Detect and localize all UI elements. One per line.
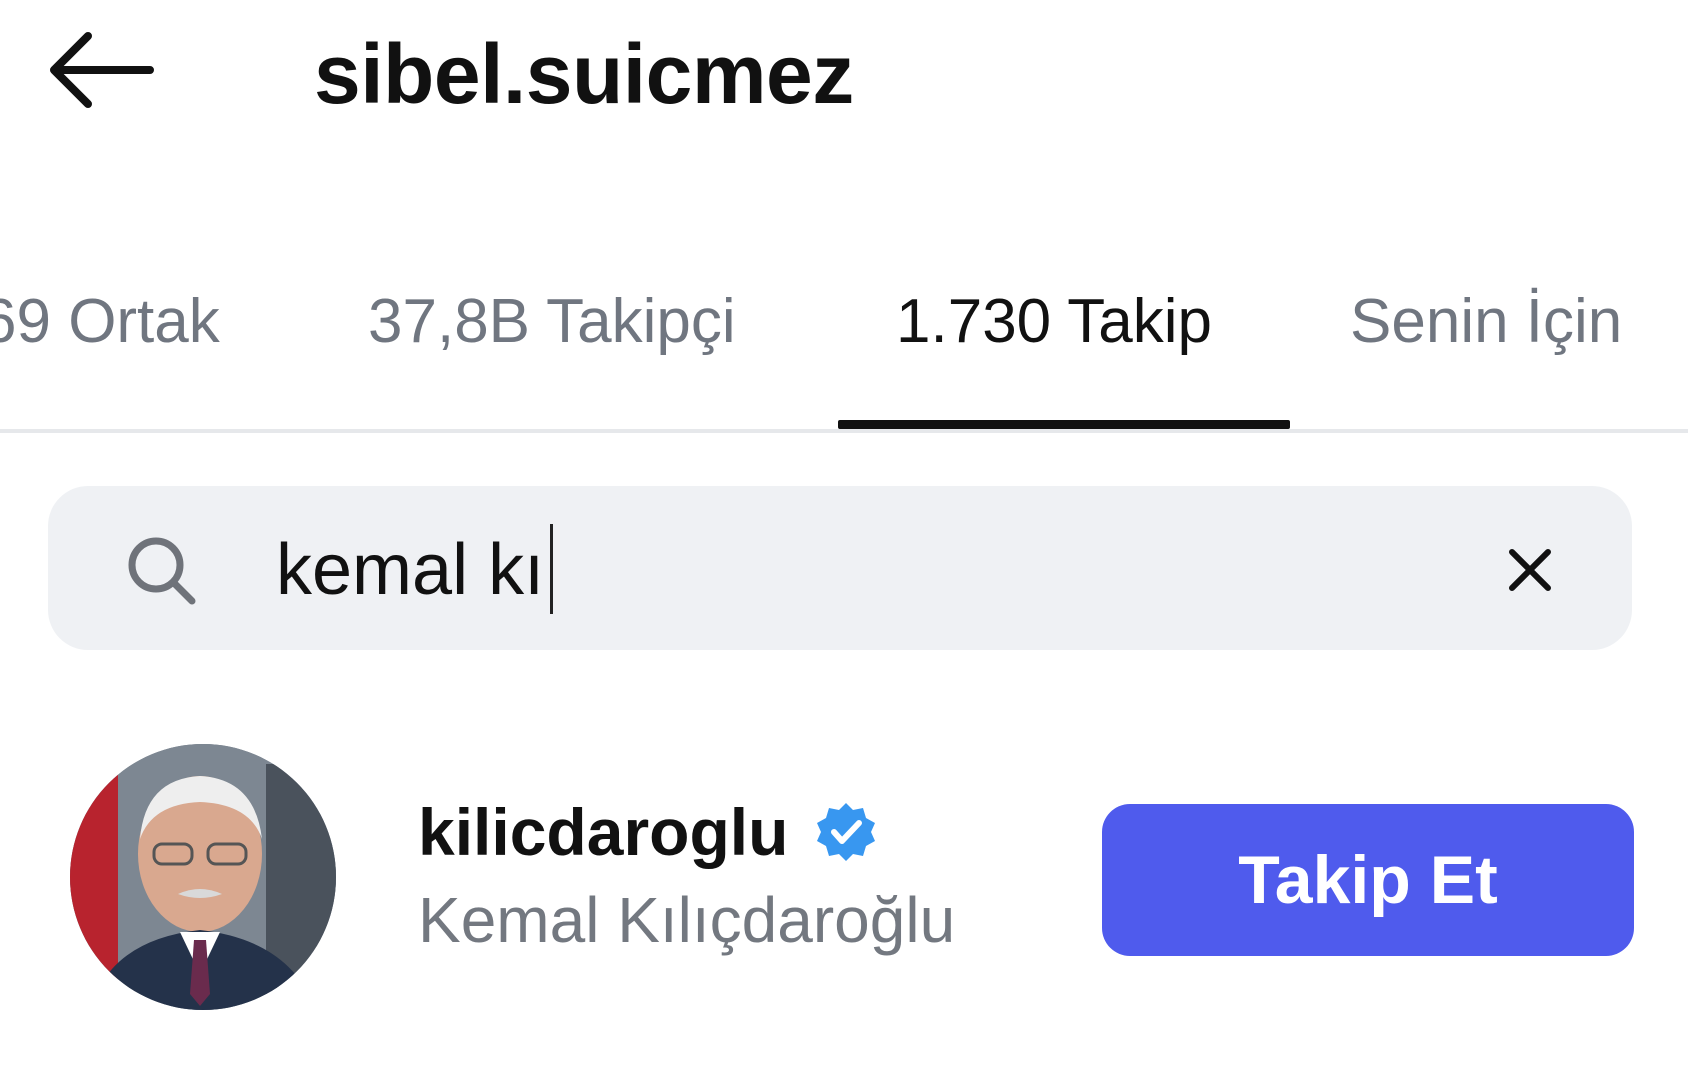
active-tab-indicator — [838, 420, 1290, 429]
search-input[interactable] — [276, 520, 1476, 620]
header: sibel.suicmez — [0, 0, 1688, 160]
verified-badge-icon — [815, 801, 877, 863]
close-icon — [1509, 549, 1551, 591]
avatar[interactable] — [70, 744, 336, 1010]
full-name: Kemal Kılıçdaroğlu — [418, 884, 956, 956]
follow-button[interactable]: Takip Et — [1102, 804, 1634, 956]
username[interactable]: kilicdaroglu — [418, 795, 788, 869]
tab-mutual[interactable]: 69 Ortak — [0, 282, 220, 362]
search-icon — [124, 533, 200, 609]
tab-followers[interactable]: 37,8B Takipçi — [368, 282, 736, 362]
text-caret — [550, 524, 553, 614]
tab-for-you[interactable]: Senin İçin — [1350, 282, 1622, 362]
list-item[interactable]: kilicdaroglu Kemal Kılıçdaroğlu Takip Et — [0, 730, 1688, 1030]
back-button[interactable] — [46, 28, 158, 112]
tab-bar: 69 Ortak 37,8B Takipçi 1.730 Takip Senin… — [0, 258, 1688, 434]
clear-search-button[interactable] — [1502, 542, 1558, 598]
page-title: sibel.suicmez — [314, 27, 854, 121]
username-row: kilicdaroglu — [418, 790, 877, 874]
tabs-divider — [0, 429, 1688, 433]
arrow-left-icon — [50, 32, 154, 108]
tab-following[interactable]: 1.730 Takip — [896, 282, 1212, 362]
